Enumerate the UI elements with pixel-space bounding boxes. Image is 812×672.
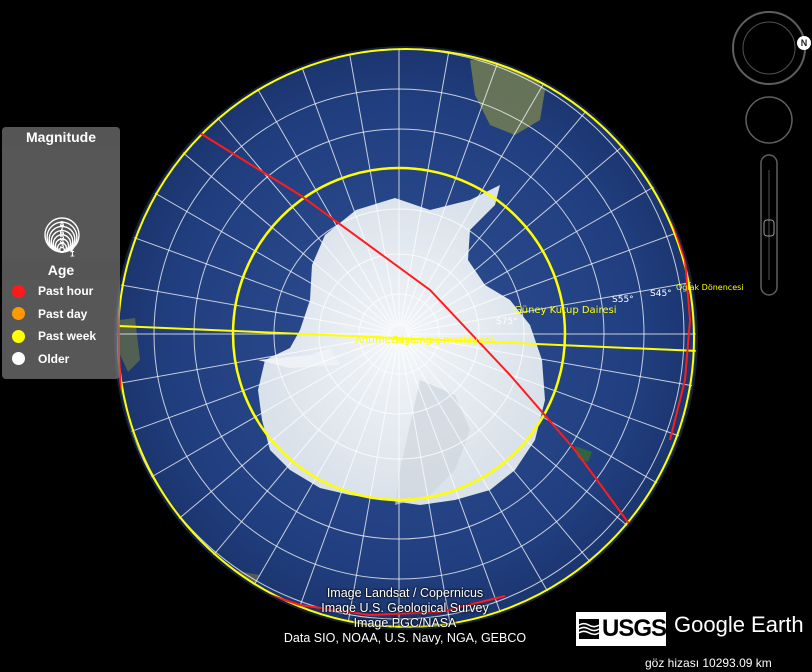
lat-s55-label: S55° [612,295,634,305]
attribution-line: Image PGC/NASA [353,616,457,630]
age-color-dot [12,307,25,321]
nav-svg [732,11,806,296]
look-compass-ring[interactable] [732,11,806,85]
polar-circle-label: Güney Kutup Dairesi [514,305,617,316]
lat-s75-label: S75° [496,317,518,327]
age-label: Past week [38,329,97,344]
earthquake-legend: Magnitude 87654321 Age Past hour Past day… [2,127,120,379]
attribution-block: Image Landsat / Copernicus Image U.S. Ge… [250,586,560,646]
age-item: Past week [2,325,120,348]
eye-altitude-readout: göz hizası 10293.09 km [645,656,772,670]
attribution-line: Image U.S. Geological Survey [321,601,489,615]
prime-meridian-label: Başlangıç meridyeni [392,335,494,346]
age-color-dot [12,352,25,366]
age-list: Past hour Past day Past week Older [2,280,120,370]
move-joystick[interactable] [745,96,793,144]
usgs-logo: USGS [576,612,667,646]
age-label: Past day [38,306,88,321]
usgs-logo-text: USGS [601,615,667,642]
lat-s45-label: S45° [650,289,672,299]
look-joystick[interactable] [742,21,796,75]
age-title: Age [2,260,120,280]
navigation-controls [730,10,812,305]
age-item: Past hour [2,280,120,303]
age-label: Past hour [38,284,94,299]
google-earth-logo: Google Earth [674,612,804,637]
globe-view[interactable]: Güney Kutup Dairesi Antimeridyen Başlang… [0,0,812,672]
magnitude-label: 1 [70,249,75,258]
attribution-line: Image Landsat / Copernicus [326,586,484,600]
magnitude-scale: 87654321 [2,147,120,260]
attribution-line: Data SIO, NOAA, U.S. Navy, NGA, GEBCO [283,631,527,645]
age-color-dot [12,329,25,343]
age-color-dot [12,284,25,298]
magnitude-circles: 876543 21 [44,217,80,258]
magnitude-title: Magnitude [2,127,120,147]
compass-north-icon[interactable]: N [797,36,811,50]
age-item: Older [2,348,120,371]
usgs-wave-icon [579,619,599,639]
age-item: Past day [2,303,120,326]
age-label: Older [38,351,70,366]
